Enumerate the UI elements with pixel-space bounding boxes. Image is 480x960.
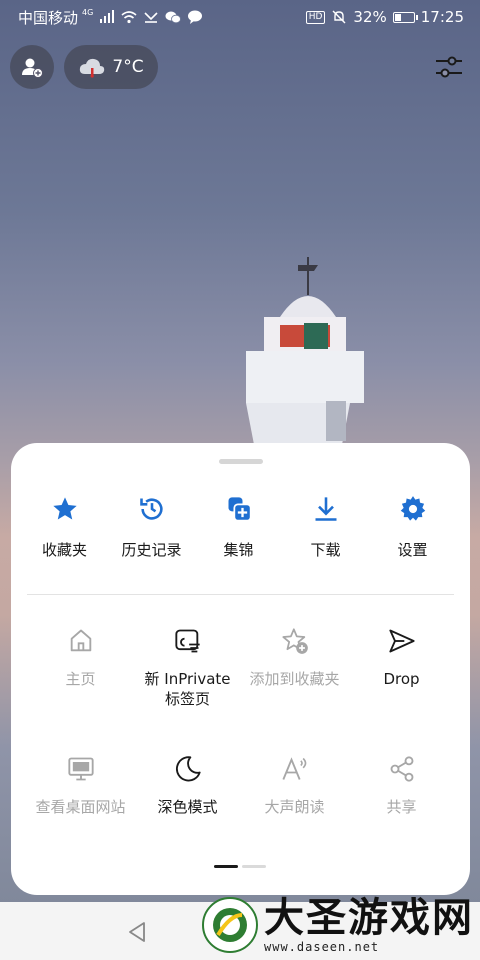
menu-item-label: 收藏夹 — [41, 541, 87, 559]
menu-item-dark-mode[interactable]: 深色模式 — [134, 753, 241, 817]
bell-muted-icon — [332, 10, 346, 24]
menu-item-label: 深色模式 — [157, 798, 218, 816]
menu-item-desktop-site[interactable]: 查看桌面网站 — [27, 753, 134, 817]
menu-item-downloads[interactable]: 下载 — [282, 493, 369, 560]
menu-item-label: 设置 — [397, 541, 428, 559]
watermark-url: www.daseen.net — [264, 940, 380, 954]
collections-icon — [228, 497, 252, 522]
menu-item-label: 查看桌面网站 — [35, 798, 126, 816]
drag-handle[interactable] — [219, 459, 263, 464]
profile-button[interactable] — [10, 45, 54, 89]
sliders-icon[interactable] — [434, 53, 464, 81]
menu-item-share[interactable]: 共享 — [348, 753, 455, 817]
send-icon — [388, 629, 415, 653]
hd-badge: HD — [305, 10, 326, 24]
home-icon — [70, 629, 91, 652]
battery-percent: 32% — [353, 8, 387, 26]
menu-item-label: 主页 — [65, 670, 96, 688]
watermark: 大圣游戏网 www.daseen.net — [202, 896, 474, 954]
menu-item-history[interactable]: 历史记录 — [108, 493, 195, 560]
weather-widget[interactable]: 7°C — [64, 45, 158, 89]
menu-item-label: 集锦 — [223, 541, 254, 559]
message-icon — [188, 10, 203, 24]
cloud-icon — [80, 58, 105, 78]
battery-icon — [392, 11, 418, 23]
history-icon — [139, 498, 163, 520]
status-bar: 中国移动 4G HD 32% 17:25 — [0, 0, 480, 34]
page-indicator — [214, 865, 266, 868]
menu-item-label: 新 InPrivate 标签页 — [144, 670, 231, 708]
menu-item-label: 下载 — [310, 541, 341, 559]
menu-sheet: 收藏夹 历史记录 集锦 下载 设置 主页 新 InPrivate 标签页 添加到… — [11, 443, 470, 895]
wifi-icon — [121, 11, 137, 24]
menu-item-label: Drop — [383, 670, 420, 688]
missed-call-icon — [144, 12, 158, 23]
menu-item-inprivate[interactable]: 新 InPrivate 标签页 — [134, 625, 241, 709]
menu-item-label: 大声朗读 — [264, 798, 325, 816]
page-dot-active — [214, 865, 238, 868]
menu-item-favorites[interactable]: 收藏夹 — [21, 493, 108, 560]
watermark-title: 大圣游戏网 — [264, 894, 474, 941]
share-icon — [390, 756, 413, 782]
add-profile-icon — [22, 58, 43, 78]
star-icon — [52, 497, 77, 520]
clock: 17:25 — [420, 8, 464, 26]
page-dot — [242, 865, 266, 868]
gear-icon — [400, 496, 425, 521]
download-icon — [315, 497, 336, 521]
menu-row: 主页 新 InPrivate 标签页 添加到收藏夹 Drop — [27, 625, 455, 709]
menu-item-read-aloud[interactable]: 大声朗读 — [241, 753, 348, 817]
quick-actions-row: 收藏夹 历史记录 集锦 下载 设置 — [21, 493, 457, 560]
moon-icon — [175, 756, 201, 782]
menu-item-drop[interactable]: Drop — [348, 625, 455, 709]
menu-item-label: 共享 — [386, 798, 417, 816]
top-bar: 7°C — [10, 45, 470, 89]
add-favorite-icon — [281, 628, 308, 654]
wechat-icon — [165, 11, 182, 24]
read-aloud-icon — [281, 757, 306, 780]
inprivate-tab-icon — [174, 629, 200, 653]
network-type: 4G — [82, 7, 94, 17]
menu-item-home[interactable]: 主页 — [27, 625, 134, 709]
menu-item-label: 添加到收藏夹 — [249, 670, 340, 688]
menu-row: 查看桌面网站 深色模式 大声朗读 共享 — [27, 753, 455, 817]
back-icon[interactable] — [126, 920, 148, 944]
divider — [27, 594, 454, 595]
menu-item-settings[interactable]: 设置 — [369, 493, 456, 560]
menu-item-add-favorite[interactable]: 添加到收藏夹 — [241, 625, 348, 709]
temperature-label: 7°C — [112, 57, 144, 77]
watermark-logo — [202, 897, 258, 953]
signal-icon — [100, 10, 115, 23]
desktop-icon — [67, 757, 94, 781]
menu-item-collections[interactable]: 集锦 — [195, 493, 282, 560]
menu-item-label: 历史记录 — [121, 541, 182, 559]
lighthouse-image — [246, 257, 364, 455]
carrier-label: 中国移动 — [18, 8, 79, 27]
